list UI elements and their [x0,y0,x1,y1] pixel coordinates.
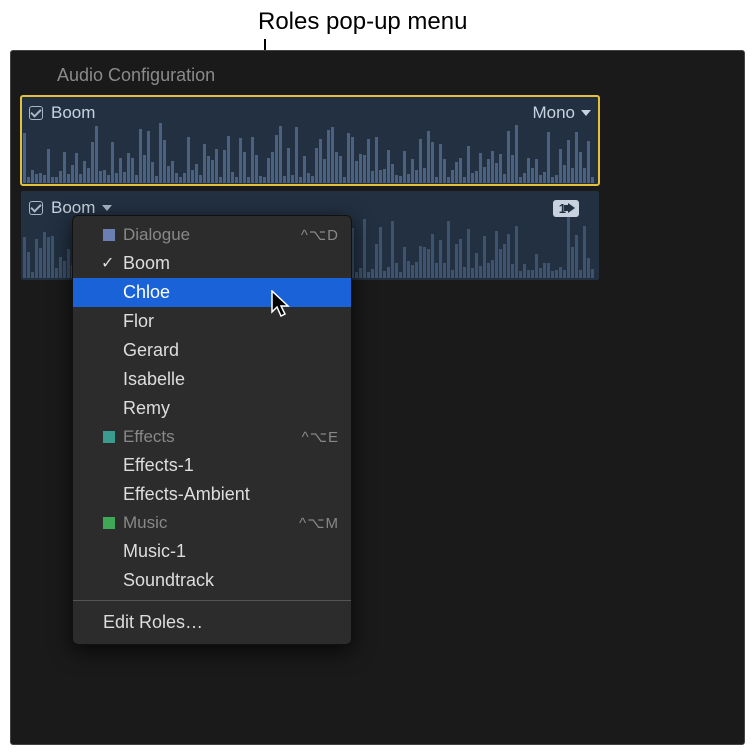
channel-config-label: Mono [532,103,575,123]
menu-divider [73,600,351,601]
chevron-down-icon [581,110,591,116]
subrole-item[interactable]: Effects-1 [73,451,351,480]
speaker-icon [568,203,575,213]
roles-popup-menu[interactable]: Dialogue ^⌥D BoomChloeFlorGerardIsabelleRe… [72,215,352,645]
subrole-item[interactable]: Boom [73,249,351,278]
role-group-label: Music [123,513,167,533]
role-group-label: Dialogue [123,225,190,245]
callout-label: Roles pop-up menu [258,8,467,36]
subrole-item[interactable]: Isabelle [73,365,351,394]
subrole-item[interactable]: Gerard [73,336,351,365]
track-name: Boom [51,103,95,123]
role-color-swatch [103,517,115,529]
role-group-dialogue[interactable]: Dialogue ^⌥D [73,221,351,249]
subrole-item[interactable]: Flor [73,307,351,336]
waveform [23,117,597,183]
audio-track-1[interactable]: Boom Mono [21,96,599,185]
component-badge[interactable]: 1 [553,200,579,217]
subrole-item[interactable]: Effects-Ambient [73,480,351,509]
keyboard-shortcut: ^⌥D [301,226,339,244]
role-color-swatch [103,229,115,241]
panel-title: Audio Configuration [11,51,744,96]
track-enable-checkbox[interactable] [29,201,43,215]
subrole-item[interactable]: Chloe [73,278,351,307]
role-color-swatch [103,431,115,443]
role-group-music[interactable]: Music ^⌥M [73,509,351,537]
subrole-item[interactable]: Music-1 [73,537,351,566]
subrole-item[interactable]: Soundtrack [73,566,351,595]
track-enable-checkbox[interactable] [29,106,43,120]
channel-config-dropdown[interactable]: Mono [532,103,591,123]
edit-roles-item[interactable]: Edit Roles… [73,606,351,639]
subrole-item[interactable]: Remy [73,394,351,423]
role-group-effects[interactable]: Effects ^⌥E [73,423,351,451]
role-group-label: Effects [123,427,175,447]
chevron-down-icon [102,205,112,211]
keyboard-shortcut: ^⌥E [302,428,339,446]
keyboard-shortcut: ^⌥M [299,514,339,532]
